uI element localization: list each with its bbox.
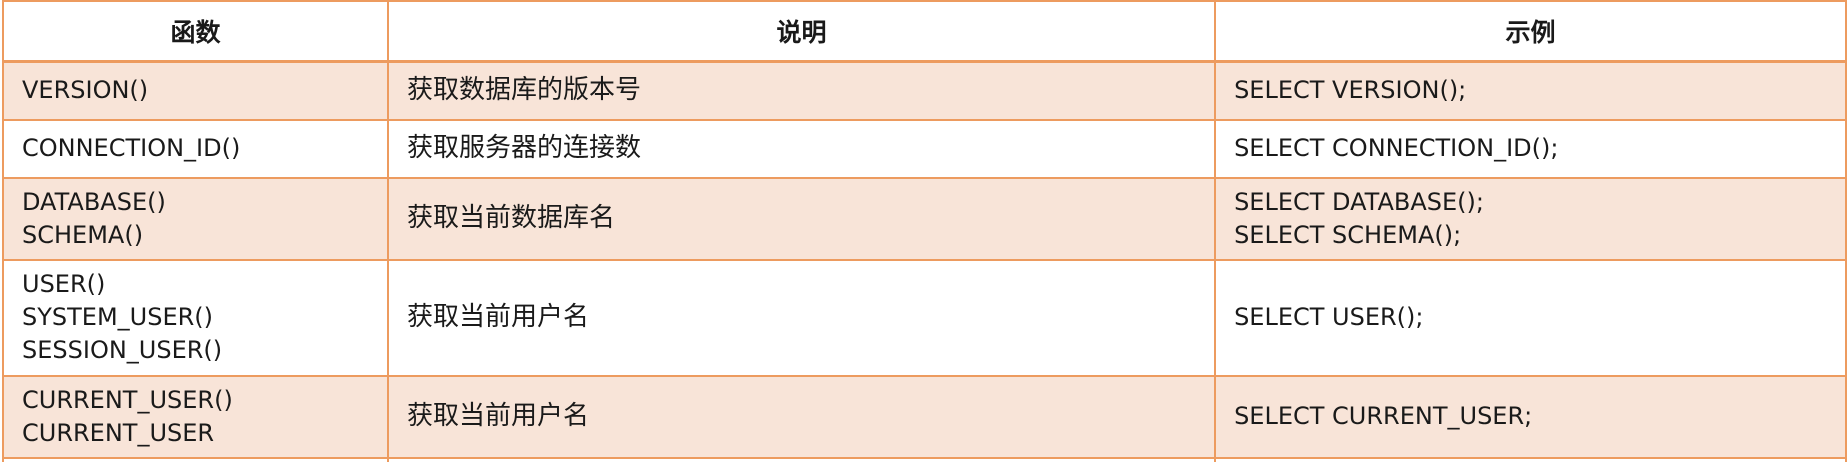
example-sql: SELECT CURRENT_USER; — [1234, 402, 1533, 430]
function-name: CURRENT_USER() — [22, 385, 233, 414]
table-row: DATABASE() SCHEMA() 获取当前数据库名 SELECT DATA… — [1, 176, 1847, 261]
function-table: 函数 说明 示例 VERSION() 获取数据库的版本号 SELECT VERS… — [1, 0, 1847, 462]
header-description: 说明 — [387, 0, 1217, 63]
header-function: 函数 — [1, 0, 390, 63]
description-cell — [387, 456, 1217, 462]
function-cell: CONNECTION_ID() — [1, 118, 390, 179]
function-cell: USER() SYSTEM_USER() SESSION_USER() — [1, 258, 390, 377]
description-cell: 获取数据库的版本号 — [387, 60, 1217, 121]
table-row: CONNECTION_ID() 获取服务器的连接数 SELECT CONNECT… — [1, 118, 1847, 179]
example-sql: SELECT USER(); — [1234, 303, 1424, 331]
function-cell: CURRENT_USER() CURRENT_USER — [1, 374, 390, 459]
example-sql: SELECT VERSION(); — [1234, 76, 1467, 105]
function-name: SESSION_USER() — [22, 336, 223, 364]
example-sql: SELECT DATABASE(); — [1234, 187, 1484, 216]
function-name: USER() — [22, 270, 106, 298]
description-cell: 获取服务器的连接数 — [387, 118, 1217, 179]
example-cell: SELECT CURRENT_USER; — [1214, 374, 1847, 459]
example-cell: SELECT CONNECTION_ID(); — [1214, 118, 1847, 179]
table-row: VERSION() 获取数据库的版本号 SELECT VERSION(); — [1, 60, 1847, 121]
table-row: CURRENT_USER() CURRENT_USER 获取当前用户名 SELE… — [1, 374, 1847, 459]
description-cell: 获取当前用户名 — [387, 258, 1217, 377]
example-cell: SELECT DATABASE(); SELECT SCHEMA(); — [1214, 176, 1847, 261]
example-sql: SELECT SCHEMA(); — [1234, 220, 1462, 249]
example-cell — [1214, 456, 1847, 462]
function-cell — [1, 456, 390, 462]
example-sql: SELECT CONNECTION_ID(); — [1234, 134, 1559, 162]
example-cell: SELECT VERSION(); — [1214, 60, 1847, 121]
function-name: VERSION() — [22, 76, 149, 105]
description-cell: 获取当前数据库名 — [387, 176, 1217, 261]
function-name: CURRENT_USER — [22, 418, 215, 447]
header-example: 示例 — [1214, 0, 1847, 63]
function-name: DATABASE() — [22, 187, 166, 216]
function-name: SYSTEM_USER() — [22, 303, 214, 331]
header-row: 函数 说明 示例 — [1, 0, 1847, 63]
function-name: SCHEMA() — [22, 220, 144, 249]
table-row-partial — [1, 456, 1847, 462]
function-cell: VERSION() — [1, 60, 390, 121]
function-name: CONNECTION_ID() — [22, 134, 241, 162]
function-cell: DATABASE() SCHEMA() — [1, 176, 390, 261]
description-cell: 获取当前用户名 — [387, 374, 1217, 459]
example-cell: SELECT USER(); — [1214, 258, 1847, 377]
table-row: USER() SYSTEM_USER() SESSION_USER() 获取当前… — [1, 258, 1847, 377]
